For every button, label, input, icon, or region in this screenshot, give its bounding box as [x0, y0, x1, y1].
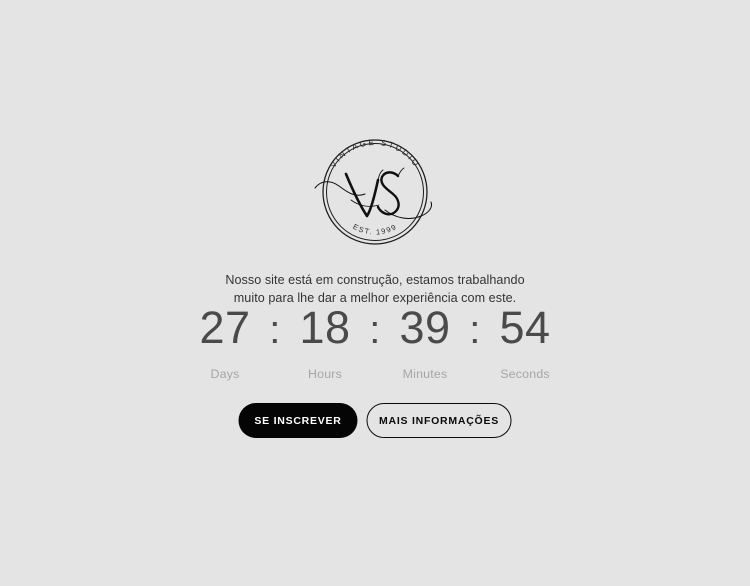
label-gap-1 — [263, 367, 287, 381]
countdown-labels: Days Hours Minutes Seconds — [165, 367, 585, 381]
logo-bottom-arc-text: EST. 1999 — [351, 222, 398, 237]
site-logo: VINTAGE STUDIO EST. 1999 — [305, 128, 445, 256]
countdown-digits: 27 : 18 : 39 : 54 — [165, 303, 585, 355]
subscribe-button[interactable]: SE INSCREVER — [238, 403, 358, 438]
countdown-hours-label: Hours — [307, 367, 343, 381]
countdown-separator-3: : — [469, 308, 481, 352]
countdown-timer: 27 : 18 : 39 : 54 Days Hours Minutes Sec… — [165, 303, 585, 382]
coming-soon-page: VINTAGE STUDIO EST. 1999 Nosso site está… — [0, 0, 750, 586]
logo-top-arc-text: VINTAGE STUDIO — [328, 138, 421, 170]
vintage-studio-logo-icon: VINTAGE STUDIO EST. 1999 — [314, 138, 432, 245]
countdown-days-value: 27 — [199, 302, 251, 353]
cta-button-group: SE INSCREVER MAIS INFORMAÇÕES — [238, 403, 512, 438]
countdown-minutes-label: Minutes — [402, 367, 448, 381]
label-gap-2 — [363, 367, 387, 381]
countdown-minutes-value: 39 — [399, 302, 451, 353]
countdown-separator-1: : — [269, 308, 281, 352]
countdown-days-label: Days — [210, 367, 240, 381]
logo-monogram — [314, 167, 432, 219]
countdown-separator-2: : — [369, 308, 381, 352]
countdown-hours-value: 18 — [299, 302, 351, 353]
label-gap-3 — [463, 367, 487, 381]
countdown-seconds-label: Seconds — [500, 367, 550, 381]
more-info-button[interactable]: MAIS INFORMAÇÕES — [366, 403, 512, 438]
countdown-seconds-value: 54 — [499, 302, 551, 353]
